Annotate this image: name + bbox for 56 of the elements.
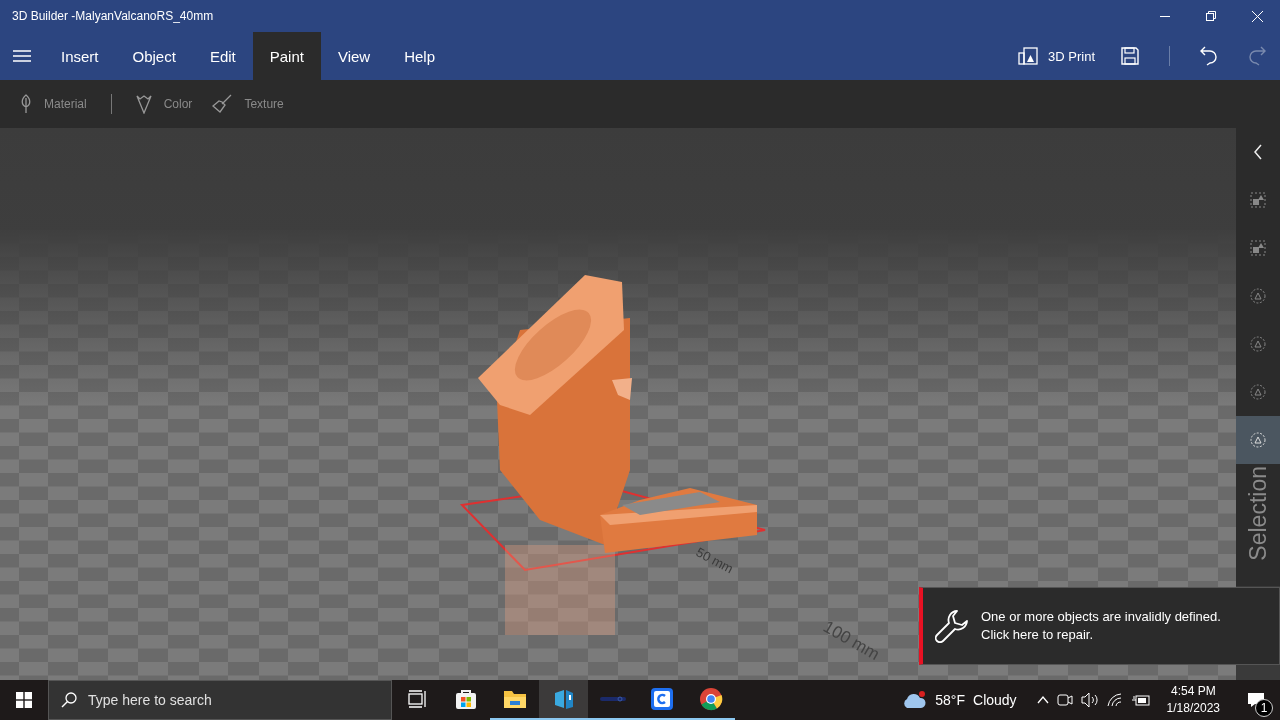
time-text: 4:54 PM bbox=[1170, 683, 1216, 700]
print-3d-icon bbox=[1018, 47, 1039, 65]
dashed-circle-icon bbox=[1250, 432, 1266, 448]
folder-icon bbox=[502, 688, 527, 710]
menu-tab[interactable]: Object bbox=[115, 32, 193, 80]
close-icon bbox=[1251, 10, 1263, 22]
brush-icon bbox=[212, 94, 233, 114]
pin-icon bbox=[20, 94, 32, 114]
panel-label: Selection bbox=[1244, 466, 1272, 561]
print-button[interactable]: 3D Print bbox=[1008, 32, 1105, 80]
pencil-icon bbox=[135, 94, 152, 114]
dashed-square-icon bbox=[1250, 240, 1266, 256]
restore-icon bbox=[1206, 11, 1216, 21]
app-icon bbox=[599, 695, 626, 703]
save-icon bbox=[1121, 47, 1139, 65]
windows-icon bbox=[16, 692, 32, 708]
menu-tab[interactable]: Insert bbox=[44, 32, 116, 80]
undo-icon bbox=[1200, 46, 1218, 66]
taskbar-app[interactable] bbox=[539, 680, 588, 720]
menu-icon bbox=[13, 50, 31, 62]
menu-tab[interactable]: Help bbox=[387, 32, 453, 80]
repair-link[interactable]: Click here to repair. bbox=[981, 626, 1221, 644]
menu-tab[interactable]: View bbox=[320, 32, 388, 80]
camera-icon[interactable] bbox=[1056, 692, 1073, 708]
battery-icon[interactable] bbox=[1130, 693, 1151, 707]
chevron-left-icon bbox=[1253, 144, 1263, 160]
minimize-icon bbox=[1160, 15, 1170, 17]
date-text: 1/18/2023 bbox=[1166, 700, 1220, 717]
browser-icon bbox=[698, 687, 723, 711]
window-title: 3D Builder -MalyanValcanoRS_40mm bbox=[11, 9, 215, 23]
repair-notification[interactable]: One or more objects are invalidly defined. Click here to repair. bbox=[919, 587, 1280, 665]
weather-temperature: 58°F bbox=[935, 692, 965, 708]
notification-message: One or more objects are invalidly defined. bbox=[981, 608, 1221, 626]
redo-icon bbox=[1248, 46, 1266, 66]
wrench-icon bbox=[935, 609, 969, 643]
dashed-square-icon bbox=[1250, 192, 1266, 208]
store-icon bbox=[453, 687, 478, 711]
c-app-icon bbox=[649, 687, 674, 711]
chevron-up-icon[interactable] bbox=[1036, 696, 1049, 704]
dashed-circle-icon bbox=[1250, 288, 1266, 304]
wifi-icon[interactable] bbox=[1106, 693, 1123, 707]
dashed-circle-icon bbox=[1250, 336, 1266, 352]
notification-count: 1 bbox=[1255, 699, 1273, 717]
weather-condition: Cloudy bbox=[973, 692, 1017, 708]
model-drawing[interactable] bbox=[478, 275, 757, 635]
dashed-circle-icon bbox=[1250, 384, 1266, 400]
search-field[interactable]: Type here to search bbox=[48, 680, 392, 720]
task-view-icon bbox=[406, 690, 427, 708]
menu-tab[interactable]: Paint bbox=[252, 32, 321, 80]
cloud-icon bbox=[901, 690, 928, 710]
search-icon bbox=[61, 692, 77, 708]
clock[interactable]: 4:54 PM 1/18/2023 bbox=[1166, 683, 1220, 717]
notifications-button[interactable]: 1 bbox=[1236, 680, 1276, 720]
axis-label: 50 mm bbox=[693, 544, 736, 577]
speaker-icon[interactable] bbox=[1080, 692, 1099, 708]
menu-tab[interactable]: Edit bbox=[192, 32, 253, 80]
